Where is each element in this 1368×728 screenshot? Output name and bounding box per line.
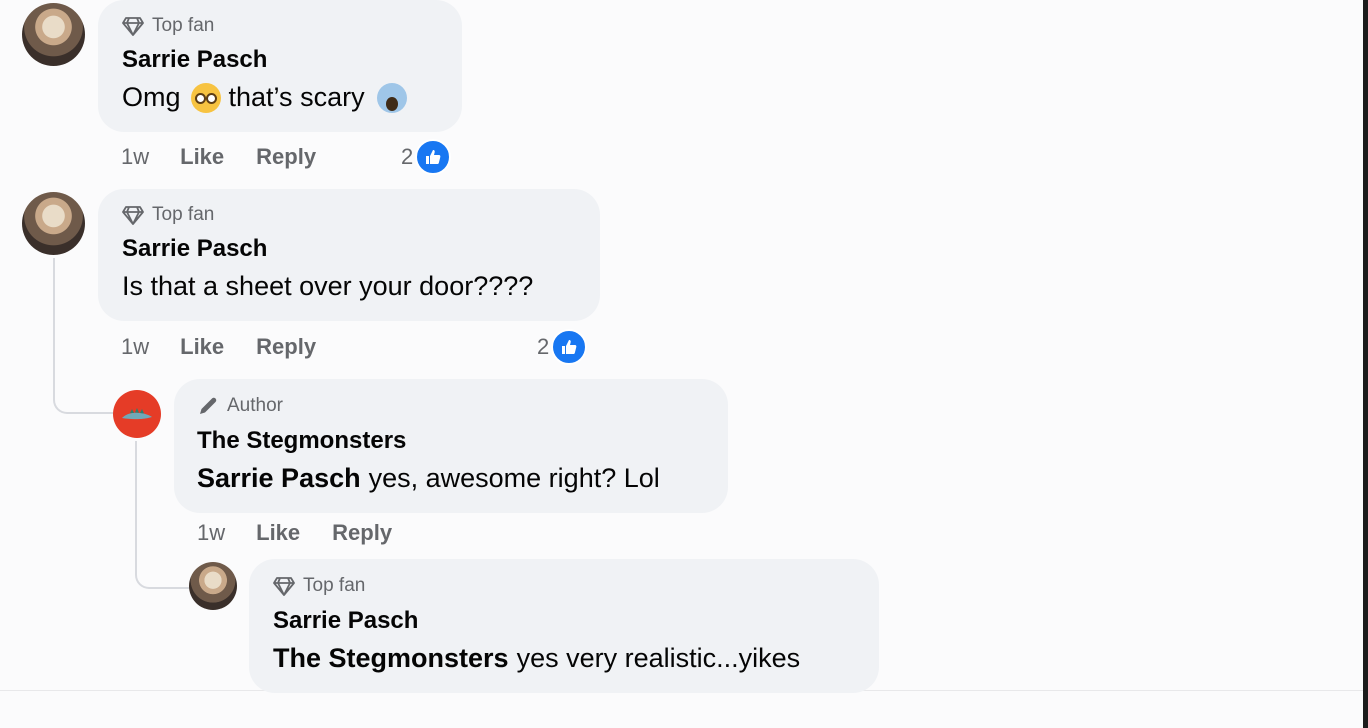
comment-bubble: Top fan Sarrie Pasch Is that a sheet ove…: [98, 189, 600, 321]
comment-text: The Stegmonsters yes very realistic...yi…: [273, 643, 800, 674]
comment-text-body: yes, awesome right? Lol: [368, 463, 660, 493]
avatar[interactable]: [22, 192, 85, 255]
avatar[interactable]: [22, 3, 85, 66]
stegosaurus-icon: [122, 408, 152, 420]
comment-bubble: Author The Stegmonsters Sarrie Pasch yes…: [174, 379, 728, 513]
reaction-count[interactable]: 2: [401, 139, 452, 175]
pencil-icon: [200, 397, 217, 414]
mention-link[interactable]: The Stegmonsters: [273, 643, 509, 674]
comment-bubble: Top fan Sarrie Pasch The Stegmonsters ye…: [249, 559, 879, 693]
flushed-face-emoji: [190, 82, 221, 113]
comment-text: Is that a sheet over your door????: [122, 271, 534, 301]
comment-actions: 1w Like Reply: [121, 144, 316, 170]
reply-button[interactable]: Reply: [256, 144, 316, 170]
commenter-name[interactable]: Sarrie Pasch: [122, 235, 267, 263]
comment-bubble: Top fan Sarrie Pasch Omg that’s scary: [98, 0, 462, 132]
top-fan-badge: Top fan: [273, 575, 365, 597]
like-button[interactable]: Like: [256, 520, 300, 546]
diamond-icon: [122, 17, 144, 36]
comment-text-body: yes very realistic...yikes: [516, 643, 801, 673]
screaming-face-emoji: [376, 82, 407, 113]
diamond-icon: [122, 206, 144, 225]
thumbs-up-icon: [551, 329, 588, 365]
top-fan-badge: Top fan: [122, 204, 214, 226]
diamond-icon: [273, 577, 295, 596]
reply-button[interactable]: Reply: [332, 520, 392, 546]
comment-text-part: Omg: [122, 82, 181, 112]
thumbs-up-icon: [415, 139, 452, 175]
author-avatar[interactable]: [113, 390, 161, 438]
badge-label: Author: [227, 395, 283, 416]
comment-text: Omg that’s scary: [122, 82, 407, 113]
timestamp[interactable]: 1w: [121, 334, 149, 360]
mention-link[interactable]: Sarrie Pasch: [197, 463, 361, 494]
comment-text-part: that’s scary: [228, 82, 365, 112]
comment-actions: 1w Like Reply: [121, 334, 316, 360]
comment-actions: 1w Like Reply: [197, 520, 392, 546]
top-fan-badge: Top fan: [122, 15, 214, 37]
commenter-name[interactable]: Sarrie Pasch: [273, 607, 418, 635]
like-button[interactable]: Like: [180, 144, 224, 170]
like-button[interactable]: Like: [180, 334, 224, 360]
commenter-name[interactable]: The Stegmonsters: [197, 427, 406, 455]
commenter-name[interactable]: Sarrie Pasch: [122, 46, 267, 74]
author-badge: Author: [197, 395, 283, 417]
reaction-count-value: 2: [401, 144, 414, 169]
avatar[interactable]: [189, 562, 237, 610]
reaction-count-value: 2: [537, 334, 550, 359]
right-edge-border: [1363, 0, 1368, 728]
reaction-count[interactable]: 2: [537, 329, 588, 365]
comment-text: Sarrie Pasch yes, awesome right? Lol: [197, 463, 660, 494]
badge-label: Top fan: [152, 15, 215, 36]
badge-label: Top fan: [152, 204, 215, 225]
timestamp[interactable]: 1w: [121, 144, 149, 170]
timestamp[interactable]: 1w: [197, 520, 225, 546]
reply-button[interactable]: Reply: [256, 334, 316, 360]
badge-label: Top fan: [303, 575, 366, 596]
